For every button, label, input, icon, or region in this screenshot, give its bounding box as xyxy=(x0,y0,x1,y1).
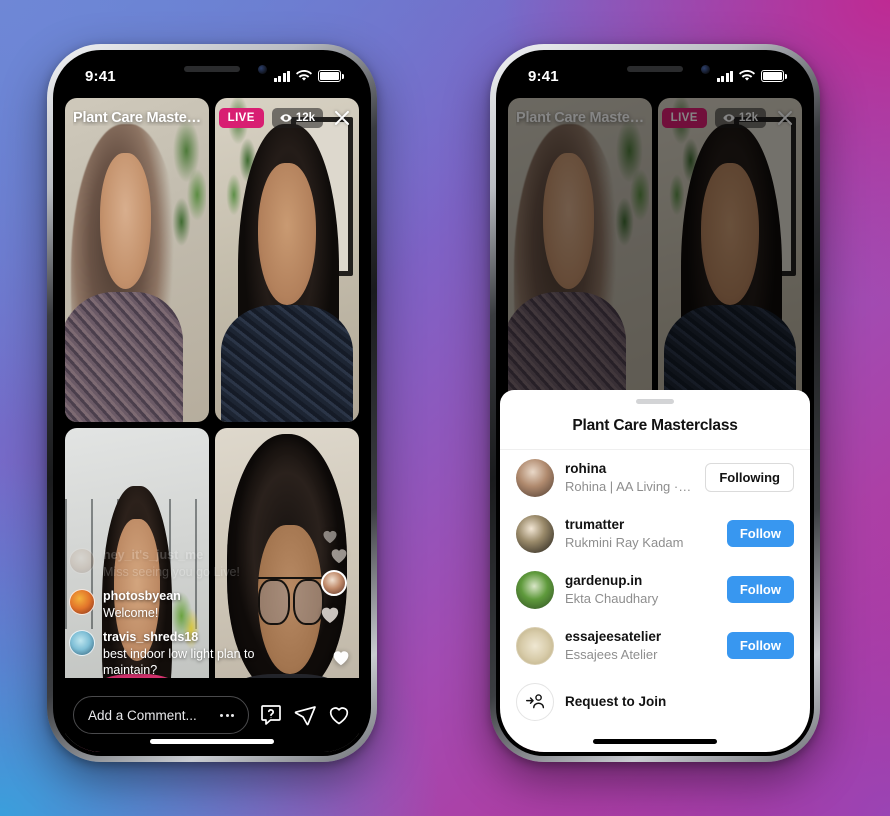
participant-fullname: Rohina | AA Living · Host xyxy=(565,478,695,494)
avatar[interactable] xyxy=(69,589,95,615)
live-badge: LIVE xyxy=(218,108,264,128)
comment-input[interactable]: Add a Comment... xyxy=(73,696,249,734)
viewer-count-badge[interactable]: 12k xyxy=(271,108,323,128)
request-to-join-label: Request to Join xyxy=(565,694,667,709)
avatar[interactable] xyxy=(516,626,554,665)
participant-fullname: Ekta Chaudhary xyxy=(565,590,659,606)
status-icons xyxy=(273,70,344,82)
avatar[interactable] xyxy=(516,458,554,497)
comment-item: hey_it's_just_me Miss seeing you go Live… xyxy=(69,548,269,580)
comment-feed: hey_it's_just_me Miss seeing you go Live… xyxy=(69,539,269,678)
phone-right: 9:41 Plant Care Mastercla... LIVE 12k xyxy=(490,44,820,762)
heart-icon[interactable] xyxy=(327,703,351,727)
status-bar: 9:41 xyxy=(57,54,367,98)
battery-icon xyxy=(318,70,344,82)
speaker-pill-icon xyxy=(627,66,683,72)
avatar[interactable] xyxy=(516,570,554,609)
floating-reactions xyxy=(309,522,353,672)
participant-username: gardenup.in xyxy=(565,572,643,588)
comment-username: hey_it's_just_me xyxy=(103,548,204,563)
participant-row[interactable]: trumatter Rukmini Ray Kadam Follow xyxy=(500,506,810,562)
video-tile-host[interactable] xyxy=(65,98,209,422)
home-indicator xyxy=(150,739,274,744)
participants-sheet: Plant Care Masterclass rohina Rohina | A… xyxy=(500,390,810,752)
speaker-pill-icon xyxy=(184,66,240,72)
floating-heart-icon xyxy=(319,604,341,624)
comment-item: photosbyean Welcome! xyxy=(69,589,269,621)
comment-text: best indoor low light plan to maintain? xyxy=(103,646,255,677)
phone-left: 9:41 Plant Care Mastercla... LIVE 12k xyxy=(47,44,377,762)
participant-username: rohina xyxy=(565,460,607,476)
status-time: 9:41 xyxy=(85,67,116,85)
avatar[interactable] xyxy=(69,629,95,656)
participant-row[interactable]: rohina Rohina | AA Living · Host Followi… xyxy=(500,450,810,506)
phone-screen-left: 9:41 Plant Care Mastercla... LIVE 12k xyxy=(57,54,367,752)
floating-heart-icon xyxy=(331,648,351,666)
phone-bezel: 9:41 Plant Care Mastercla... LIVE 12k xyxy=(496,50,814,756)
phone-bezel: 9:41 Plant Care Mastercla... LIVE 12k xyxy=(53,50,371,756)
participant-list: rohina Rohina | AA Living · Host Followi… xyxy=(500,450,810,753)
participant-username: essajeesatelier xyxy=(565,628,662,644)
home-indicator xyxy=(593,739,717,744)
comment-username[interactable]: photosbyean xyxy=(103,589,181,605)
participant-username: trumatter xyxy=(565,516,625,532)
question-bubble-icon[interactable] xyxy=(259,703,283,727)
status-bar: 9:41 xyxy=(500,54,810,98)
floating-heart-icon xyxy=(321,528,339,544)
front-camera-icon xyxy=(258,65,267,74)
request-to-join-row[interactable]: Request to Join xyxy=(500,674,810,730)
person-arrow-icon xyxy=(516,682,554,721)
participant-row[interactable]: essajeesatelier Essajees Atelier Follow xyxy=(500,618,810,674)
sheet-title: Plant Care Masterclass xyxy=(500,404,810,450)
comment-text: Welcome! xyxy=(103,605,159,620)
phone-screen-right: 9:41 Plant Care Mastercla... LIVE 12k xyxy=(500,54,810,752)
following-button[interactable]: Following xyxy=(705,463,794,492)
follow-button[interactable]: Follow xyxy=(726,520,794,547)
status-icons xyxy=(716,70,787,82)
cellular-bars-icon xyxy=(273,70,290,82)
close-icon[interactable] xyxy=(331,107,353,129)
paper-plane-icon[interactable] xyxy=(293,703,317,727)
comment-placeholder: Add a Comment... xyxy=(88,707,197,723)
avatar[interactable] xyxy=(516,514,554,553)
viewer-count-label: 12k xyxy=(295,112,315,124)
ellipsis-icon[interactable] xyxy=(220,713,234,717)
status-time: 9:41 xyxy=(528,67,559,85)
wifi-icon xyxy=(739,70,755,81)
participant-fullname: Rukmini Ray Kadam xyxy=(565,534,684,550)
comment-text: Miss seeing you go Live! xyxy=(103,564,240,579)
battery-icon xyxy=(761,70,787,82)
video-tile-guest-1[interactable] xyxy=(215,98,359,422)
front-camera-icon xyxy=(701,65,710,74)
live-title: Plant Care Mastercla... xyxy=(73,110,203,126)
participant-fullname: Essajees Atelier xyxy=(565,646,658,662)
floating-heart-icon xyxy=(329,546,349,564)
avatar xyxy=(69,548,95,575)
reaction-avatar-icon xyxy=(321,570,347,596)
comment-item: travis_shreds18 best indoor low light pl… xyxy=(69,629,269,678)
wifi-icon xyxy=(296,70,312,81)
eye-icon xyxy=(280,112,292,124)
live-header: Plant Care Mastercla... LIVE 12k xyxy=(57,98,367,138)
comment-username[interactable]: travis_shreds18 xyxy=(103,630,269,646)
cellular-bars-icon xyxy=(716,70,733,82)
follow-button[interactable]: Follow xyxy=(726,576,794,603)
follow-button[interactable]: Follow xyxy=(726,632,794,659)
participant-row[interactable]: gardenup.in Ekta Chaudhary Follow xyxy=(500,562,810,618)
